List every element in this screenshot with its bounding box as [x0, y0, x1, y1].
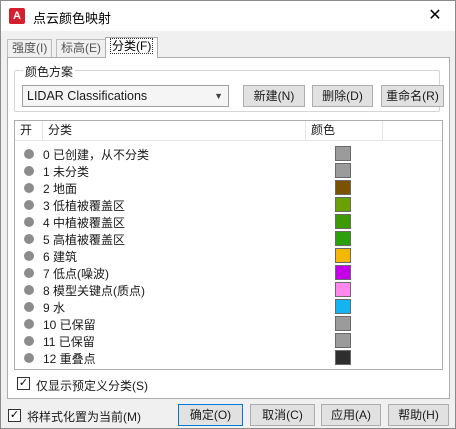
color-swatch[interactable]: [335, 163, 351, 178]
cancel-button[interactable]: 取消(C): [250, 404, 315, 426]
table-row[interactable]: 12 重叠点: [15, 349, 442, 366]
color-swatch[interactable]: [335, 265, 351, 280]
visibility-bulb-icon[interactable]: [24, 336, 34, 346]
category-label: 11 已保留: [43, 335, 95, 349]
header-color[interactable]: 颜色: [306, 121, 383, 141]
category-label: 3 低植被覆盖区: [43, 199, 126, 213]
visibility-bulb-icon[interactable]: [24, 200, 34, 210]
table-row[interactable]: 9 水: [15, 298, 442, 315]
visibility-bulb-icon[interactable]: [24, 285, 34, 295]
header-category[interactable]: 分类: [43, 121, 306, 141]
visibility-bulb-icon[interactable]: [24, 183, 34, 193]
autocad-app-icon: A: [9, 8, 25, 24]
help-button[interactable]: 帮助(H): [388, 404, 449, 426]
color-swatch[interactable]: [335, 333, 351, 348]
classification-panel: 颜色方案 LIDAR Classifications ▼ 新建(N) 删除(D)…: [7, 57, 450, 399]
color-swatch[interactable]: [335, 316, 351, 331]
tab-classification[interactable]: 分类(F): [105, 37, 159, 58]
visibility-bulb-icon[interactable]: [24, 217, 34, 227]
tab-elevation-label: 标高(E): [61, 41, 101, 55]
category-label: 8 模型关键点(质点): [43, 284, 146, 298]
color-swatch[interactable]: [335, 350, 351, 365]
color-swatch[interactable]: [335, 214, 351, 229]
rename-scheme-button[interactable]: 重命名(R): [381, 85, 444, 107]
set-current-checkbox[interactable]: ✓: [8, 409, 21, 422]
table-row[interactable]: 7 低点(噪波): [15, 264, 442, 281]
visibility-bulb-icon[interactable]: [24, 166, 34, 176]
tab-intensity-label: 强度(I): [12, 41, 48, 55]
color-scheme-label: 颜色方案: [23, 63, 76, 80]
color-swatch[interactable]: [335, 248, 351, 263]
visibility-bulb-icon[interactable]: [24, 251, 34, 261]
category-label: 0 已创建，从不分类: [43, 148, 150, 162]
title-bar: A 点云颜色映射 ✕: [1, 1, 455, 31]
category-label: 7 低点(噪波): [43, 267, 110, 281]
show-predefined-label: 仅显示预定义分类(S): [36, 379, 148, 393]
table-body: 0 已创建，从不分类 1 未分类 2 地面 3 低植被覆盖区 4 中植被覆盖区 5 高植被…: [15, 145, 442, 366]
color-swatch[interactable]: [335, 282, 351, 297]
classification-table: 开 分类 颜色 0 已创建，从不分类 1 未分类 2 地面 3 低植被覆盖区 4 中植被…: [14, 120, 443, 370]
category-label: 6 建筑: [43, 250, 78, 264]
table-row[interactable]: 2 地面: [15, 179, 442, 196]
color-mapping-dialog: A 点云颜色映射 ✕ 强度(I) 标高(E) 分类(F) 颜色方案 LIDAR …: [0, 0, 456, 429]
apply-button[interactable]: 应用(A): [321, 404, 381, 426]
table-header: 开 分类 颜色: [15, 121, 442, 141]
category-label: 1 未分类: [43, 165, 90, 179]
tab-intensity[interactable]: 强度(I): [7, 39, 53, 57]
table-row[interactable]: 6 建筑: [15, 247, 442, 264]
color-swatch[interactable]: [335, 231, 351, 246]
delete-scheme-button[interactable]: 删除(D): [312, 85, 373, 107]
table-row[interactable]: 0 已创建，从不分类: [15, 145, 442, 162]
category-label: 4 中植被覆盖区: [43, 216, 126, 230]
category-label: 9 水: [43, 301, 66, 315]
visibility-bulb-icon[interactable]: [24, 319, 34, 329]
color-swatch[interactable]: [335, 299, 351, 314]
window-title: 点云颜色映射: [33, 11, 112, 26]
color-swatch[interactable]: [335, 180, 351, 195]
new-scheme-button[interactable]: 新建(N): [243, 85, 305, 107]
header-on[interactable]: 开: [15, 121, 43, 141]
table-row[interactable]: 5 高植被覆盖区: [15, 230, 442, 247]
visibility-bulb-icon[interactable]: [24, 149, 34, 159]
category-label: 10 已保留: [43, 318, 96, 332]
category-label: 12 重叠点: [43, 352, 96, 366]
set-current-label: 将样式化置为当前(M): [27, 410, 141, 424]
table-row[interactable]: 11 已保留: [15, 332, 442, 349]
show-predefined-checkbox[interactable]: ✓: [17, 377, 30, 390]
tab-elevation[interactable]: 标高(E): [56, 39, 106, 57]
table-row[interactable]: 4 中植被覆盖区: [15, 213, 442, 230]
table-row[interactable]: 1 未分类: [15, 162, 442, 179]
visibility-bulb-icon[interactable]: [24, 234, 34, 244]
color-scheme-dropdown[interactable]: LIDAR Classifications ▼: [22, 85, 229, 107]
visibility-bulb-icon[interactable]: [24, 353, 34, 363]
ok-button[interactable]: 确定(O): [178, 404, 243, 426]
table-row[interactable]: 3 低植被覆盖区: [15, 196, 442, 213]
table-row[interactable]: 10 已保留: [15, 315, 442, 332]
color-scheme-value: LIDAR Classifications: [27, 89, 148, 103]
visibility-bulb-icon[interactable]: [24, 268, 34, 278]
category-label: 5 高植被覆盖区: [43, 233, 126, 247]
color-swatch[interactable]: [335, 197, 351, 212]
color-swatch[interactable]: [335, 146, 351, 161]
category-label: 2 地面: [43, 182, 78, 196]
chevron-down-icon: ▼: [214, 91, 223, 101]
table-row[interactable]: 8 模型关键点(质点): [15, 281, 442, 298]
color-scheme-group: 颜色方案 LIDAR Classifications ▼ 新建(N) 删除(D)…: [14, 63, 444, 112]
visibility-bulb-icon[interactable]: [24, 302, 34, 312]
close-icon[interactable]: ✕: [421, 5, 449, 27]
tab-classification-label: 分类(F): [110, 38, 154, 54]
